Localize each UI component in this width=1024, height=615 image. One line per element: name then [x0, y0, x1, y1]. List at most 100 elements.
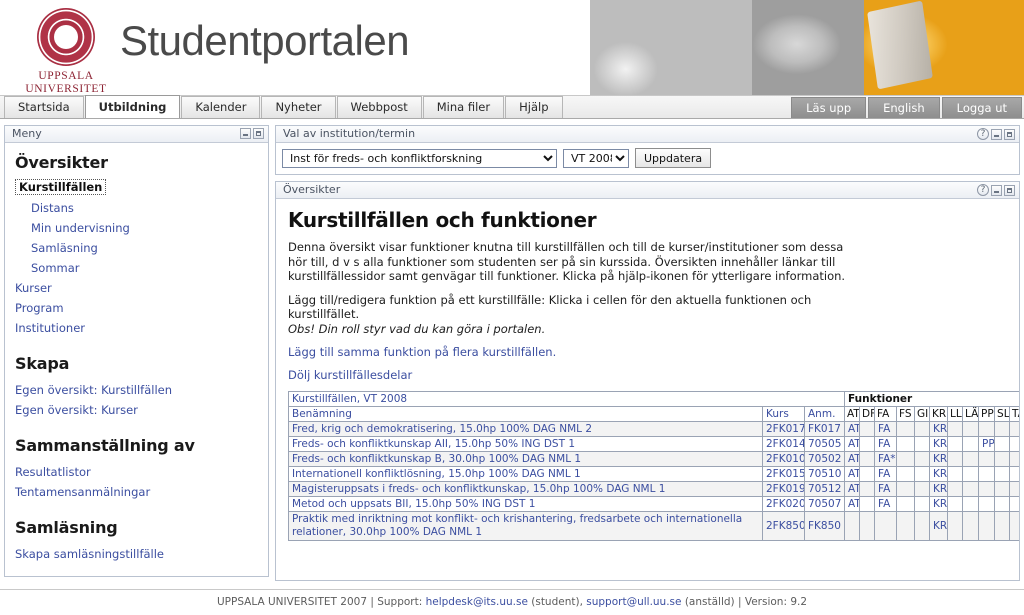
cell-kurs[interactable]: 2FK014 — [762, 436, 805, 452]
nav-tab-startsida[interactable]: Startsida — [4, 96, 84, 118]
nav-tab-mina-filer[interactable]: Mina filer — [422, 96, 505, 118]
cell-pp[interactable] — [978, 496, 996, 512]
cell-la[interactable] — [962, 436, 980, 452]
table-row[interactable]: Freds- och konfliktkunskap AII, 15.0hp 5… — [288, 436, 1019, 452]
cell-fs[interactable] — [896, 511, 916, 541]
cell-kr[interactable]: KR — [929, 511, 949, 541]
cell-ta[interactable] — [1009, 451, 1019, 467]
cell-pp[interactable] — [978, 481, 996, 497]
sidebar-item-institutioner[interactable]: Institutioner — [15, 318, 258, 338]
cell-ll[interactable] — [947, 451, 964, 467]
cell-ta[interactable] — [1009, 436, 1019, 452]
cell-benamning[interactable]: Freds- och konfliktkunskap B, 30.0hp 100… — [288, 451, 763, 467]
cell-df[interactable] — [859, 481, 876, 497]
minimize-icon[interactable] — [240, 128, 251, 139]
cell-ll[interactable] — [947, 496, 964, 512]
maximize-icon[interactable] — [1004, 128, 1015, 140]
cell-at[interactable] — [844, 511, 861, 541]
footer-email-student[interactable]: helpdesk@its.uu.se — [426, 596, 528, 608]
cell-ta[interactable] — [1009, 511, 1019, 541]
term-select[interactable]: VT 2008 — [563, 148, 629, 168]
cell-anm[interactable]: 70512 — [803, 481, 846, 497]
cell-la[interactable] — [962, 466, 980, 482]
cell-fa[interactable] — [874, 511, 898, 541]
cell-kr[interactable]: KR — [929, 496, 949, 512]
cell-fs[interactable] — [896, 496, 916, 512]
cell-la[interactable] — [962, 511, 980, 541]
cell-kurs[interactable]: 2FK020 — [762, 496, 805, 512]
cell-at[interactable]: AT — [844, 436, 861, 452]
table-row[interactable]: Freds- och konfliktkunskap B, 30.0hp 100… — [288, 451, 1019, 467]
cell-fs[interactable] — [896, 436, 916, 452]
read-aloud-button[interactable]: Läs upp — [791, 97, 867, 118]
minimize-icon[interactable] — [991, 128, 1002, 140]
cell-ta[interactable] — [1009, 466, 1019, 482]
cell-sl[interactable] — [994, 421, 1011, 437]
sidebar-item-kurstillfallen-current[interactable]: Kurstillfällen — [15, 179, 107, 195]
cell-df[interactable] — [859, 466, 876, 482]
cell-kurs[interactable]: 2FK017 — [762, 421, 805, 437]
cell-sl[interactable] — [994, 511, 1011, 541]
sidebar-item-skapa-samlasningstillfalle[interactable]: Skapa samläsningstillfälle — [15, 544, 258, 564]
cell-la[interactable] — [962, 496, 980, 512]
cell-fa[interactable]: FA — [874, 421, 898, 437]
cell-gi[interactable] — [914, 451, 931, 467]
cell-ta[interactable] — [1009, 496, 1019, 512]
language-english-button[interactable]: English — [868, 97, 940, 118]
cell-fa[interactable]: FA — [874, 496, 898, 512]
cell-anm[interactable]: 70510 — [803, 466, 846, 482]
cell-ll[interactable] — [947, 481, 964, 497]
cell-anm[interactable]: 70507 — [803, 496, 846, 512]
cell-at[interactable]: AT — [844, 466, 861, 482]
cell-pp[interactable] — [978, 451, 996, 467]
cell-fa[interactable]: FA* — [874, 451, 898, 467]
cell-fs[interactable] — [896, 451, 916, 467]
cell-gi[interactable] — [914, 466, 931, 482]
cell-kurs[interactable]: 2FK010 — [762, 451, 805, 467]
cell-kr[interactable]: KR — [929, 466, 949, 482]
cell-la[interactable] — [962, 481, 980, 497]
cell-at[interactable]: AT — [844, 496, 861, 512]
cell-gi[interactable] — [914, 421, 931, 437]
sidebar-item-tentamensanmalningar[interactable]: Tentamensanmälningar — [15, 482, 258, 502]
cell-benamning[interactable]: Metod och uppsats BII, 15.0hp 50% ING DS… — [288, 496, 763, 512]
table-row[interactable]: Magisteruppsats i freds- och konfliktkun… — [288, 481, 1019, 497]
cell-fa[interactable]: FA — [874, 481, 898, 497]
cell-anm[interactable]: FK017 — [803, 421, 846, 437]
cell-sl[interactable] — [994, 451, 1011, 467]
cell-df[interactable] — [859, 421, 876, 437]
cell-anm[interactable]: 70502 — [803, 451, 846, 467]
cell-pp[interactable] — [978, 421, 996, 437]
cell-sl[interactable] — [994, 466, 1011, 482]
sidebar-item-kurser[interactable]: Kurser — [15, 278, 258, 298]
cell-gi[interactable] — [914, 436, 931, 452]
cell-df[interactable] — [859, 511, 876, 541]
cell-fa[interactable]: FA — [874, 436, 898, 452]
cell-anm[interactable]: 70505 — [803, 436, 846, 452]
logout-button[interactable]: Logga ut — [941, 97, 1022, 118]
cell-ll[interactable] — [947, 466, 964, 482]
cell-kurs[interactable]: 2FK019 — [762, 481, 805, 497]
sidebar-item-samlasning[interactable]: Samläsning — [15, 238, 258, 258]
cell-kurs[interactable]: 2FK015 — [762, 466, 805, 482]
cell-kr[interactable]: KR — [929, 481, 949, 497]
cell-pp[interactable] — [978, 511, 996, 541]
sidebar-item-program[interactable]: Program — [15, 298, 258, 318]
cell-fa[interactable]: FA — [874, 466, 898, 482]
cell-sl[interactable] — [994, 436, 1011, 452]
cell-at[interactable]: AT — [844, 421, 861, 437]
table-row[interactable]: Fred, krig och demokratisering, 15.0hp 1… — [288, 421, 1019, 437]
col-header-kurs[interactable]: Kurs — [762, 406, 805, 422]
footer-email-staff[interactable]: support@ull.uu.se — [586, 596, 681, 608]
sidebar-item-min-undervisning[interactable]: Min undervisning — [15, 218, 258, 238]
cell-gi[interactable] — [914, 481, 931, 497]
cell-anm[interactable]: FK850 — [803, 511, 846, 541]
table-row[interactable]: Praktik med inriktning mot konflikt- och… — [288, 511, 1019, 541]
sidebar-item-sommar[interactable]: Sommar — [15, 258, 258, 278]
maximize-icon[interactable] — [253, 128, 264, 139]
help-icon[interactable]: ? — [977, 128, 989, 140]
cell-ll[interactable] — [947, 421, 964, 437]
cell-kr[interactable]: KR — [929, 421, 949, 437]
table-row[interactable]: Internationell konfliktlösning, 15.0hp 1… — [288, 466, 1019, 482]
cell-la[interactable] — [962, 451, 980, 467]
